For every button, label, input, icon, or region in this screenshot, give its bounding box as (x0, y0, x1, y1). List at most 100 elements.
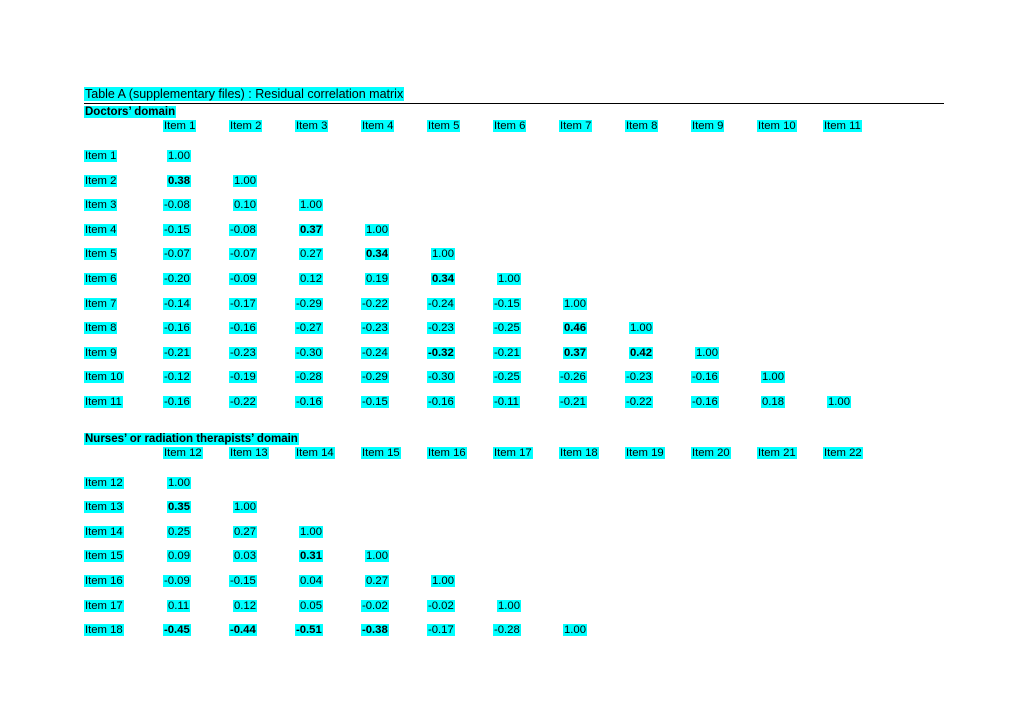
table-document: Table A (supplementary files) : Residual… (84, 86, 944, 648)
row-header-label: Item 12 (84, 476, 124, 489)
matrix-cell-value: -0.23 (427, 322, 455, 335)
table-row: Item 1 1.00 (84, 149, 944, 174)
matrix-cell: -0.24 (361, 346, 389, 360)
matrix-cell: 1.00 (761, 370, 785, 384)
column-header: Item 18 (559, 446, 599, 460)
matrix-cell-value: -0.30 (427, 371, 455, 384)
row-header-label: Item 2 (84, 174, 118, 187)
matrix-cell: -0.16 (163, 321, 191, 335)
table-row: Item 8 -0.16 -0.16 -0.27 -0.23 -0.23 -0.25 0.46… (84, 321, 944, 346)
row-header: Item 14 (84, 525, 124, 539)
row-header-label: Item 15 (84, 550, 124, 563)
matrix-cell: -0.14 (163, 297, 191, 311)
sections-container: Doctors’ domain Item 1 Item 2 Item 3 Item 4I… (84, 105, 944, 648)
matrix-cell: -0.30 (295, 346, 323, 360)
matrix-cell-value: -0.26 (559, 371, 587, 384)
column-header-label: Item 22 (823, 446, 863, 459)
matrix-cell-value: 0.12 (233, 599, 257, 612)
row-header-label: Item 9 (84, 346, 118, 359)
matrix-cell: 1.00 (233, 174, 257, 188)
column-header-label: Item 16 (427, 446, 467, 459)
matrix-cell: -0.15 (229, 574, 257, 588)
matrix-cell-value: -0.29 (295, 297, 323, 310)
matrix-cell: -0.16 (229, 321, 257, 335)
matrix-cell-value: 1.00 (827, 395, 851, 408)
column-header-label: Item 15 (361, 446, 401, 459)
matrix-cell-value: 0.38 (167, 174, 191, 187)
row-header: Item 17 (84, 599, 124, 613)
row-header: Item 3 (84, 198, 118, 212)
row-header-label: Item 14 (84, 525, 124, 538)
table-row: Item 14 0.25 0.27 1.00 (84, 525, 944, 550)
matrix-cell-value: 0.25 (167, 525, 191, 538)
matrix-cell: -0.17 (427, 623, 455, 637)
matrix-cell: -0.16 (295, 395, 323, 409)
table-row: Item 18 -0.45 -0.44 -0.51 -0.38 -0.17 -0.28 1.0… (84, 623, 944, 648)
matrix-cell-value: -0.02 (427, 599, 455, 612)
row-header-label: Item 17 (84, 599, 124, 612)
table-row: Item 15 0.09 0.03 0.31 1.00 (84, 549, 944, 574)
row-header-label: Item 5 (84, 248, 118, 261)
matrix-cell: 1.00 (167, 149, 191, 163)
matrix-cell: 0.42 (629, 346, 653, 360)
matrix-cell-value: -0.29 (361, 371, 389, 384)
matrix-cell-value: -0.32 (427, 346, 455, 359)
matrix-cell-value: -0.15 (229, 574, 257, 587)
matrix-cell-value: 0.04 (299, 574, 323, 587)
matrix-cell-value: 0.31 (299, 550, 323, 563)
matrix-cell-value: -0.07 (163, 248, 191, 261)
matrix-cell: -0.16 (163, 395, 191, 409)
matrix-cell-value: -0.16 (691, 371, 719, 384)
column-header-label: Item 1 (163, 120, 197, 132)
matrix-cell: 1.00 (497, 272, 521, 286)
matrix-cell: -0.09 (229, 272, 257, 286)
matrix-cell: -0.29 (361, 370, 389, 384)
row-header-label: Item 16 (84, 574, 124, 587)
row-header-label: Item 1 (84, 150, 118, 162)
row-header-label: Item 10 (84, 371, 124, 384)
matrix-cell-value: 1.00 (629, 322, 653, 335)
header-gap (84, 466, 944, 476)
matrix-cell-value: -0.16 (691, 395, 719, 408)
table-row: Item 17 0.11 0.12 0.05 -0.02 -0.02 1.00 (84, 599, 944, 624)
row-header: Item 10 (84, 370, 124, 384)
column-header-label: Item 12 (163, 446, 203, 459)
matrix-cell-value: 1.00 (365, 550, 389, 563)
correlation-matrix-1: Item 1 Item 2 Item 3 Item 4 Item 5 Item 6 Item… (84, 119, 944, 420)
row-header-label: Item 3 (84, 199, 118, 212)
column-header-label: Item 13 (229, 446, 269, 459)
column-header: Item 1 (163, 119, 197, 133)
matrix-cell-value: -0.24 (427, 297, 455, 310)
table-row: Item 10 -0.12 -0.19 -0.28 -0.29 -0.30 -0.25 -0.… (84, 370, 944, 395)
matrix-cell-value: -0.15 (163, 223, 191, 236)
matrix-cell-value: -0.45 (163, 624, 191, 637)
matrix-cell: 0.11 (167, 599, 191, 613)
matrix-cell: -0.21 (559, 395, 587, 409)
matrix-cell: -0.20 (163, 272, 191, 286)
matrix-cell-value: -0.25 (493, 322, 521, 335)
matrix-cell: 0.04 (299, 574, 323, 588)
matrix-cell: -0.23 (229, 346, 257, 360)
table-title-row: Table A (supplementary files) : Residual… (84, 86, 944, 102)
matrix-cell: 0.12 (299, 272, 323, 286)
column-header: Item 9 (691, 119, 725, 133)
column-header-label: Item 3 (295, 120, 329, 132)
column-header-label: Item 6 (493, 120, 527, 132)
matrix-cell-value: -0.02 (361, 599, 389, 612)
matrix-cell: -0.21 (163, 346, 191, 360)
matrix-cell-value: 0.27 (233, 525, 257, 538)
column-header-label: Item 7 (559, 120, 593, 132)
matrix-cell-value: -0.27 (295, 322, 323, 335)
matrix-cell-value: 0.34 (431, 272, 455, 285)
matrix-cell-value: 1.00 (233, 174, 257, 187)
matrix-cell: 1.00 (233, 500, 257, 514)
column-header: Item 16 (427, 446, 467, 460)
matrix-cell-value: 1.00 (761, 371, 785, 384)
matrix-cell-value: -0.11 (493, 395, 520, 408)
matrix-cell-value: -0.08 (229, 223, 257, 236)
row-header-label: Item 7 (84, 297, 118, 310)
column-header-label: Item 5 (427, 120, 461, 132)
column-header: Item 10 (757, 119, 797, 133)
matrix-cell: -0.28 (493, 623, 521, 637)
